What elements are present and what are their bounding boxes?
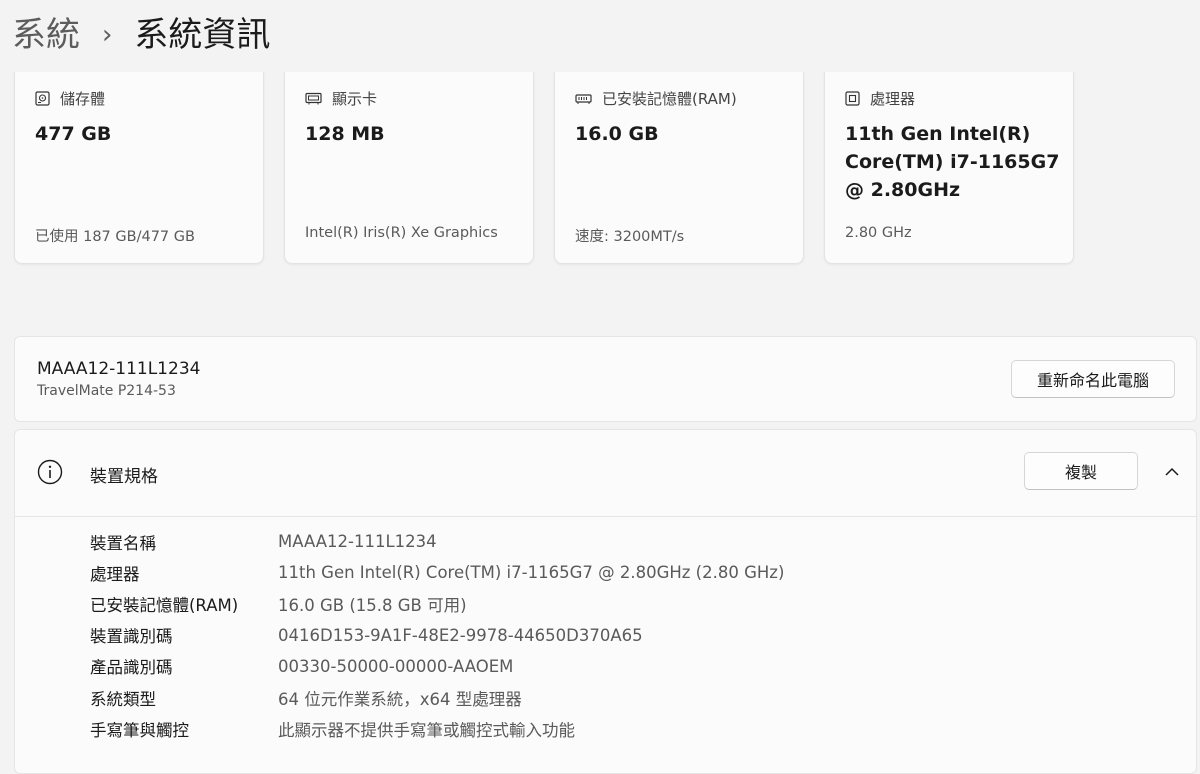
device-name: MAAA12-111L1234 xyxy=(37,359,201,379)
memory-card-value: 16.0 GB xyxy=(575,123,659,145)
graphics-card-title: 顯示卡 xyxy=(332,90,378,108)
breadcrumb: 系統 › 系統資訊 xyxy=(12,12,270,58)
graphics-card-icon xyxy=(305,92,322,105)
spec-value[interactable]: 此顯示器不提供手寫筆或觸控式輸入功能 xyxy=(278,717,575,741)
rename-pc-button[interactable]: 重新命名此電腦 xyxy=(1011,360,1175,398)
spec-value[interactable]: MAAA12-111L1234 xyxy=(278,532,437,551)
processor-card-subtext: 2.80 GHz xyxy=(845,225,912,241)
graphics-card-header: 顯示卡 xyxy=(305,88,377,109)
graphics-card: 顯示卡 128 MB Intel(R) Iris(R) Xe Graphics xyxy=(284,72,534,264)
storage-card-subtext: 已使用 187 GB/477 GB xyxy=(35,229,195,245)
storage-card: 儲存體 477 GB 已使用 187 GB/477 GB xyxy=(14,72,264,264)
spec-row-ram: 已安裝記憶體(RAM) 16.0 GB (15.8 GB 可用) xyxy=(90,588,784,619)
info-icon xyxy=(37,459,63,489)
storage-card-header: 儲存體 xyxy=(35,88,105,109)
device-specs-panel: 裝置規格 複製 裝置名稱 MAAA12-111L1234 處理器 11th Ge… xyxy=(14,429,1197,774)
spec-row-system-type: 系統類型 64 位元作業系統，x64 型處理器 xyxy=(90,682,784,713)
spec-value[interactable]: 11th Gen Intel(R) Core(TM) i7-1165G7 @ 2… xyxy=(278,563,784,582)
chevron-up-icon[interactable] xyxy=(1164,464,1180,484)
page-title: 系統資訊 xyxy=(134,15,271,55)
processor-card-header: 處理器 xyxy=(845,88,915,109)
spec-row-product-id: 產品識別碼 00330-50000-00000-AAOEM xyxy=(90,651,784,682)
graphics-card-value: 128 MB xyxy=(305,123,385,145)
spec-row-processor: 處理器 11th Gen Intel(R) Core(TM) i7-1165G7… xyxy=(90,557,784,588)
memory-card: 已安裝記憶體(RAM) 16.0 GB 速度: 3200MT/s xyxy=(554,72,804,264)
memory-card-title: 已安裝記憶體(RAM) xyxy=(602,90,737,108)
memory-card-header: 已安裝記憶體(RAM) xyxy=(575,88,737,109)
spec-key: 已安裝記憶體(RAM) xyxy=(90,595,239,615)
device-specs-list: 裝置名稱 MAAA12-111L1234 處理器 11th Gen Intel(… xyxy=(90,526,784,744)
memory-icon xyxy=(575,93,592,105)
device-name-panel: MAAA12-111L1234 TravelMate P214-53 重新命名此… xyxy=(14,336,1197,422)
storage-card-value: 477 GB xyxy=(35,123,112,145)
spec-row-device-id: 裝置識別碼 0416D153-9A1F-48E2-9978-44650D370A… xyxy=(90,620,784,651)
processor-card-value: 11th Gen Intel(R) Core(TM) i7-1165G7 @ 2… xyxy=(845,123,1060,201)
spec-value[interactable]: 00330-50000-00000-AAOEM xyxy=(278,657,513,676)
device-model: TravelMate P214-53 xyxy=(37,383,176,399)
processor-card-title: 處理器 xyxy=(870,90,916,108)
breadcrumb-separator-icon: › xyxy=(102,20,113,50)
spec-key: 手寫筆與觸控 xyxy=(90,720,189,740)
spec-value[interactable]: 0416D153-9A1F-48E2-9978-44650D370A65 xyxy=(278,626,643,645)
spec-key: 裝置識別碼 xyxy=(90,627,173,647)
spec-key: 系統類型 xyxy=(90,689,156,709)
processor-icon xyxy=(845,91,860,106)
copy-button[interactable]: 複製 xyxy=(1024,452,1138,490)
spec-value[interactable]: 64 位元作業系統，x64 型處理器 xyxy=(278,686,522,710)
spec-key: 裝置名稱 xyxy=(90,533,156,553)
spec-value[interactable]: 16.0 GB (15.8 GB 可用) xyxy=(278,592,467,616)
device-specs-title: 裝置規格 xyxy=(90,467,158,487)
spec-row-pen-touch: 手寫筆與觸控 此顯示器不提供手寫筆或觸控式輸入功能 xyxy=(90,713,784,744)
graphics-card-subtext: Intel(R) Iris(R) Xe Graphics xyxy=(305,225,498,241)
processor-card: 處理器 11th Gen Intel(R) Core(TM) i7-1165G7… xyxy=(824,72,1074,264)
memory-card-subtext: 速度: 3200MT/s xyxy=(575,229,685,245)
spec-row-device-name: 裝置名稱 MAAA12-111L1234 xyxy=(90,526,784,557)
storage-card-title: 儲存體 xyxy=(60,90,106,108)
spec-key: 處理器 xyxy=(90,564,140,584)
spec-key: 產品識別碼 xyxy=(90,658,173,678)
device-specs-header[interactable]: 裝置規格 複製 xyxy=(15,430,1196,517)
storage-icon xyxy=(35,91,50,106)
breadcrumb-system-link[interactable]: 系統 xyxy=(12,12,80,58)
